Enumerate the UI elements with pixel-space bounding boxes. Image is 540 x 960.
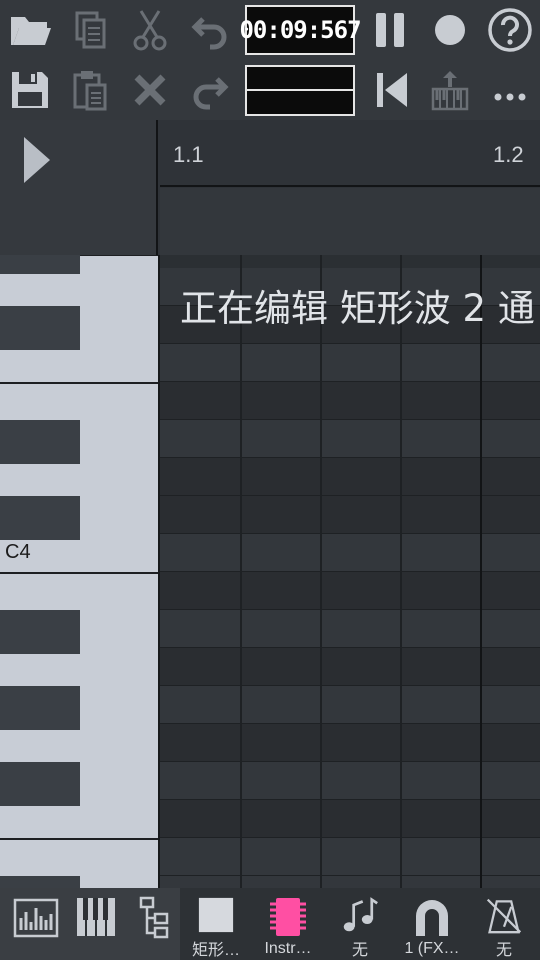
grid-row[interactable] (160, 724, 540, 762)
open-folder-icon[interactable] (0, 0, 60, 60)
instrument-button[interactable]: Instr… (252, 888, 324, 960)
mixer-icon (13, 898, 59, 938)
grid-row[interactable] (160, 800, 540, 838)
paste-icon[interactable] (60, 60, 120, 120)
pattern-button[interactable]: 矩形… (180, 888, 252, 960)
black-key[interactable] (0, 496, 80, 540)
copy-icon[interactable] (60, 0, 120, 60)
save-icon[interactable] (0, 60, 60, 120)
redo-icon[interactable] (180, 60, 240, 120)
grid-row[interactable] (160, 496, 540, 534)
grid-row[interactable] (160, 572, 540, 610)
notes-button[interactable]: 无 (324, 888, 396, 960)
record-icon[interactable] (420, 0, 480, 60)
metronome-off-icon (486, 898, 522, 934)
piano-keys-icon (77, 898, 115, 936)
timeline-ruler[interactable]: 1.1 1.2 (160, 120, 540, 187)
bottom-label: 无 (351, 942, 368, 959)
piano-keyboard[interactable]: C4 (0, 255, 158, 888)
play-icon[interactable] (22, 135, 52, 185)
bar-marker: 1.1 (173, 142, 204, 167)
magnet-icon (416, 900, 448, 936)
beat-line (480, 255, 482, 888)
note-label: C4 (5, 541, 31, 563)
skip-to-start-icon[interactable] (360, 60, 420, 120)
grid-row[interactable] (160, 648, 540, 686)
grid-row[interactable] (160, 534, 540, 572)
grid-row[interactable] (160, 686, 540, 724)
black-key[interactable] (0, 686, 80, 730)
piano-export-icon[interactable] (420, 60, 480, 120)
pause-icon[interactable] (360, 0, 420, 60)
undo-icon[interactable] (180, 0, 240, 60)
snap-button[interactable]: 1 (FX… (396, 888, 468, 960)
black-key[interactable] (0, 876, 80, 888)
cut-icon[interactable] (120, 0, 180, 60)
more-icon[interactable] (480, 60, 540, 120)
grid-row[interactable] (160, 876, 540, 888)
grid-row[interactable] (160, 344, 540, 382)
black-key[interactable] (0, 306, 80, 350)
beat-line (400, 255, 402, 888)
square-wave-icon (198, 897, 234, 933)
note-grid[interactable] (160, 255, 540, 888)
black-key[interactable] (0, 762, 80, 806)
toolbar: 00:09:567 (0, 0, 540, 120)
hierarchy-icon (139, 896, 169, 939)
bottom-label: 无 (495, 942, 512, 959)
play-area (0, 120, 158, 255)
notes-icon (343, 897, 378, 932)
editing-banner: 正在编辑 矩形波 2 通 (180, 287, 535, 330)
bar-marker: 1.2 (493, 142, 524, 167)
bottom-label: Instr… (264, 940, 312, 957)
chip-icon (270, 898, 306, 936)
grid-row[interactable] (160, 610, 540, 648)
beat-line (240, 255, 242, 888)
grid-row[interactable] (160, 382, 540, 420)
bottom-label: 1 (FX… (404, 940, 460, 957)
delete-icon[interactable] (120, 60, 180, 120)
sub-display (245, 65, 355, 116)
metronome-button[interactable]: 无 (468, 888, 540, 960)
beat-line (320, 255, 322, 888)
black-key[interactable] (0, 420, 80, 464)
grid-row[interactable] (160, 762, 540, 800)
grid-row[interactable] (160, 838, 540, 876)
time-display: 00:09:567 (239, 5, 362, 55)
automation-lane[interactable] (160, 188, 540, 255)
grid-row[interactable] (160, 420, 540, 458)
black-key[interactable] (0, 255, 80, 274)
bottom-label: 矩形… (191, 942, 240, 959)
black-key[interactable] (0, 610, 80, 654)
help-icon[interactable] (480, 0, 540, 60)
grid-row[interactable] (160, 458, 540, 496)
